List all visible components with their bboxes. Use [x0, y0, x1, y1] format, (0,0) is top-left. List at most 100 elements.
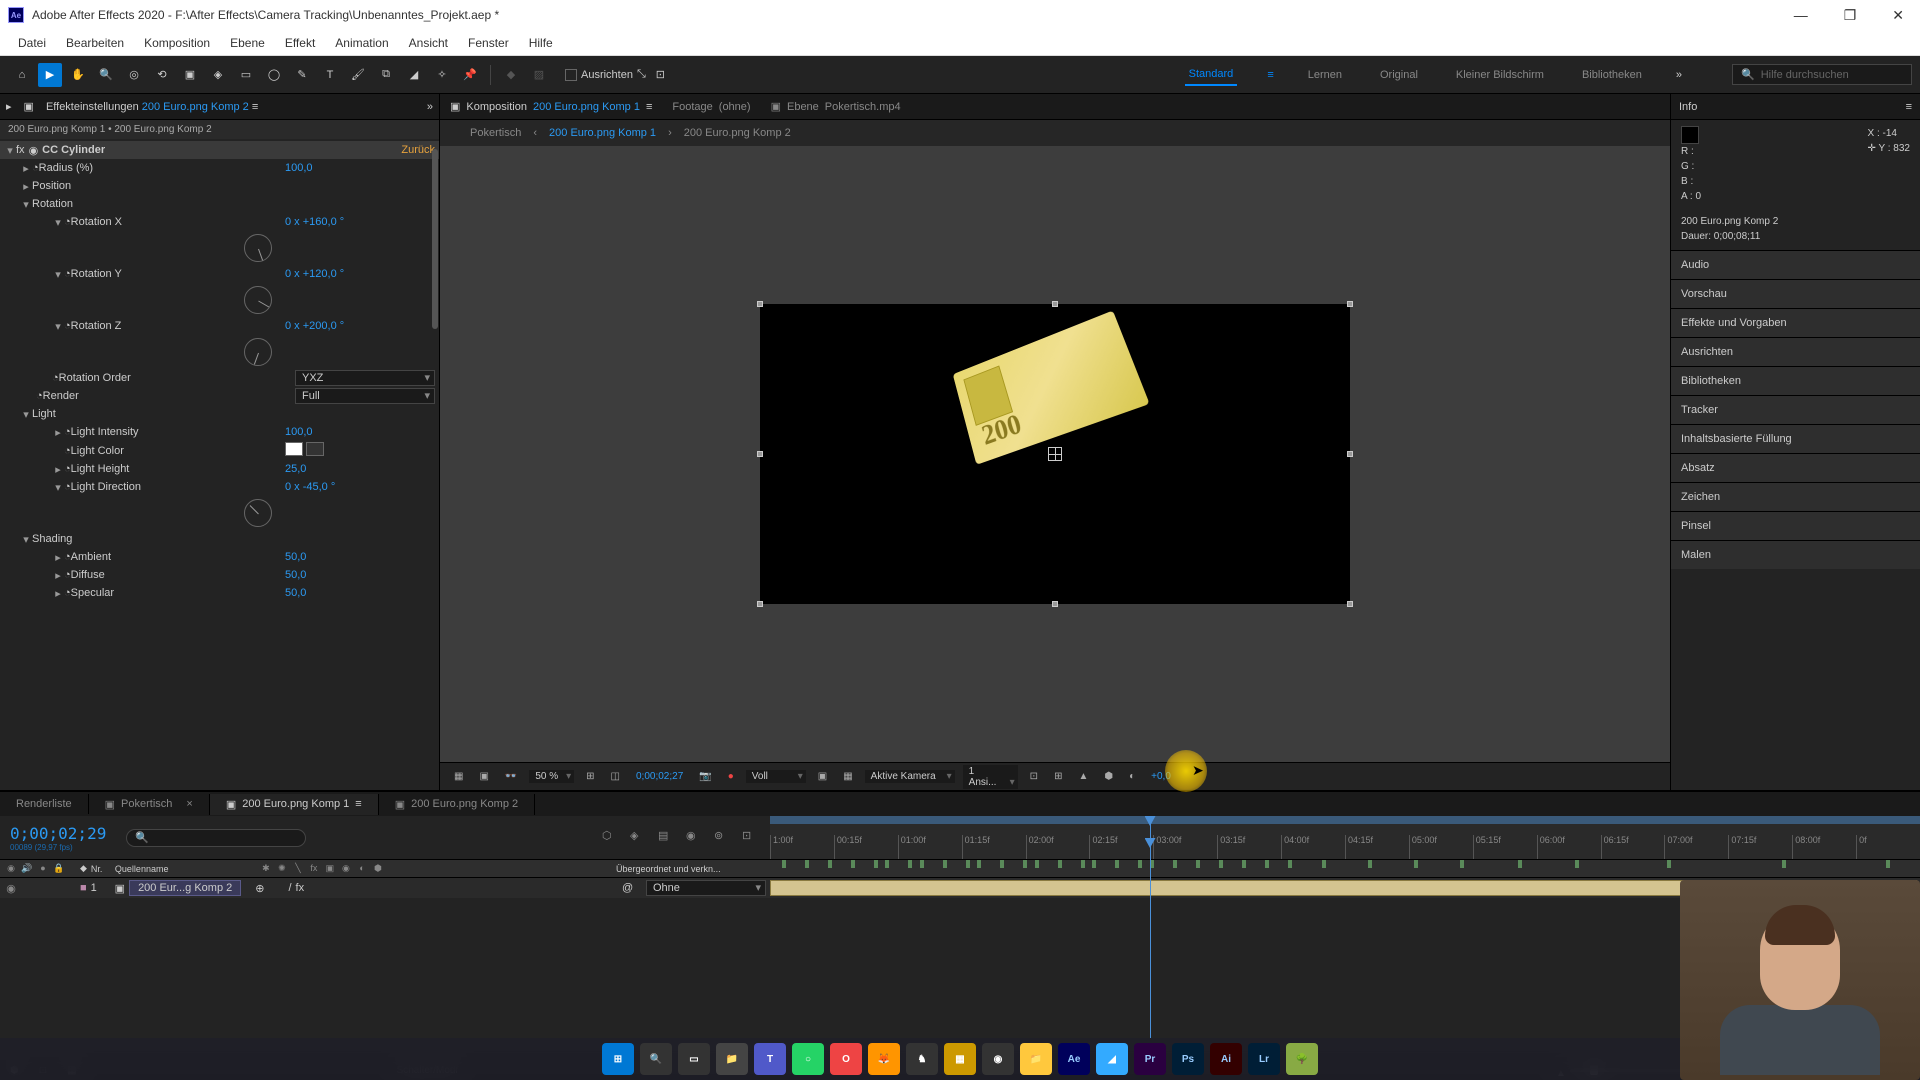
ruler-tick[interactable]: 03:15f — [1217, 835, 1281, 859]
resolution-dropdown[interactable]: Voll — [746, 770, 806, 783]
comp-tab-ebene[interactable]: ▣Ebene Pokertisch.mp4 — [771, 100, 901, 113]
fx-icon[interactable]: fx — [16, 144, 25, 156]
exposure-value[interactable]: +0,0 — [1147, 771, 1175, 782]
banknote-layer[interactable] — [943, 307, 1176, 502]
col-quellenname[interactable]: Quellenname — [115, 864, 245, 874]
keyframe-mark[interactable] — [851, 860, 855, 868]
rotate-tool[interactable]: ⟲ — [150, 63, 174, 87]
col-label-icon[interactable]: ◆ — [80, 863, 87, 874]
workspace-standard[interactable]: Standard — [1185, 64, 1238, 86]
minimize-button[interactable]: — — [1786, 5, 1816, 26]
breadcrumb-item[interactable]: Pokertisch — [470, 127, 521, 139]
col-switch-icon[interactable]: ◉ — [339, 863, 353, 874]
vf-icon[interactable]: ▦ — [839, 771, 856, 782]
col-switch-icon[interactable]: ▣ — [323, 863, 337, 874]
stopwatch-icon[interactable]: ◔ — [64, 481, 71, 493]
ruler-tick[interactable]: 00:15f — [834, 835, 898, 859]
menu-ansicht[interactable]: Ansicht — [399, 32, 458, 54]
work-area-bar[interactable] — [770, 816, 1920, 824]
close-button[interactable]: ✕ — [1884, 5, 1912, 26]
col-lock-icon[interactable]: 🔒 — [52, 863, 66, 874]
workspace-bibliotheken[interactable]: Bibliotheken — [1578, 65, 1646, 85]
info-panel-header[interactable]: Info≡ — [1671, 94, 1920, 120]
selection-handle[interactable] — [757, 451, 763, 457]
keyframe-mark[interactable] — [1138, 860, 1142, 868]
selection-handle[interactable] — [1347, 451, 1353, 457]
workspace-original[interactable]: Original — [1376, 65, 1422, 85]
selection-handle[interactable] — [757, 301, 763, 307]
keyframe-mark[interactable] — [1414, 860, 1418, 868]
keyframe-mark[interactable] — [1265, 860, 1269, 868]
keyframe-mark[interactable] — [1219, 860, 1223, 868]
layer-label-color[interactable]: ■ — [80, 882, 87, 894]
ruler-tick[interactable]: 08:00f — [1792, 835, 1856, 859]
parent-dropdown[interactable]: Ohne — [646, 880, 766, 896]
stopwatch-icon[interactable]: ◔ — [64, 445, 71, 457]
tl-tool-icon[interactable]: ⬡ — [602, 829, 620, 847]
col-switch-icon[interactable]: ✺ — [275, 863, 289, 874]
breadcrumb-item[interactable]: 200 Euro.png Komp 1 — [549, 127, 656, 139]
keyframe-mark[interactable] — [1886, 860, 1890, 868]
zoom-tool[interactable]: 🔍 — [94, 63, 118, 87]
panel-menu-icon[interactable]: ≡ — [1906, 101, 1912, 113]
breadcrumb-forward-icon[interactable]: › — [668, 127, 672, 139]
type-tool[interactable]: T — [318, 63, 342, 87]
help-search-input[interactable]: 🔍 Hilfe durchsuchen — [1732, 64, 1912, 85]
breadcrumb-item[interactable]: 200 Euro.png Komp 2 — [684, 127, 791, 139]
keyframe-mark[interactable] — [1173, 860, 1177, 868]
stopwatch-icon[interactable]: ◔ — [32, 162, 39, 174]
anchor-point-icon[interactable] — [1048, 447, 1062, 461]
keyframe-mark[interactable] — [1460, 860, 1464, 868]
keyframe-mark[interactable] — [1322, 860, 1326, 868]
channel-icon[interactable]: ● — [724, 771, 738, 782]
keyframe-mark[interactable] — [1196, 860, 1200, 868]
taskbar-app3[interactable]: ◢ — [1096, 1043, 1128, 1075]
snap-checkbox[interactable]: Ausrichten ⤡ ⊡ — [565, 68, 665, 81]
stopwatch-icon[interactable]: ◔ — [64, 268, 71, 280]
keyframe-mark[interactable] — [782, 860, 786, 868]
tool-extra-2[interactable]: ▨ — [527, 63, 551, 87]
keyframe-mark[interactable] — [1782, 860, 1786, 868]
ruler-tick[interactable]: 05:00f — [1409, 835, 1473, 859]
comp-tab-komposition[interactable]: ▣Komposition 200 Euro.png Komp 1 ≡ — [450, 100, 652, 113]
menu-fenster[interactable]: Fenster — [458, 32, 519, 54]
reset-link[interactable]: Zurück — [401, 144, 435, 156]
scrollbar-thumb[interactable] — [432, 149, 438, 329]
col-switch-icon[interactable]: ✱ — [259, 863, 273, 874]
stopwatch-icon[interactable]: ◔ — [36, 390, 43, 402]
taskbar-obs[interactable]: ◉ — [982, 1043, 1014, 1075]
layer-video-toggle[interactable]: ◉ — [4, 882, 18, 895]
snap-options-icon[interactable]: ⤡ — [637, 68, 646, 81]
taskbar-ai[interactable]: Ai — [1210, 1043, 1242, 1075]
keyframe-mark[interactable] — [874, 860, 878, 868]
taskbar-app4[interactable]: 🌳 — [1286, 1043, 1318, 1075]
orbit-tool[interactable]: ◎ — [122, 63, 146, 87]
pickwhip-icon[interactable]: @ — [622, 882, 642, 894]
menu-effekt[interactable]: Effekt — [275, 32, 325, 54]
menu-animation[interactable]: Animation — [325, 32, 398, 54]
pen-tool[interactable]: ✎ — [290, 63, 314, 87]
roty-value[interactable]: 0 x +120,0 ° — [285, 268, 435, 280]
acc-audio[interactable]: Audio — [1671, 251, 1920, 279]
taskbar-whatsapp[interactable]: ○ — [792, 1043, 824, 1075]
lightcolor-swatch[interactable] — [285, 442, 303, 456]
acc-effekte[interactable]: Effekte und Vorgaben — [1671, 309, 1920, 337]
home-icon[interactable]: ⌂ — [10, 63, 34, 87]
keyframe-mark[interactable] — [1023, 860, 1027, 868]
lightheight-value[interactable]: 25,0 — [285, 463, 435, 475]
workspace-overflow-icon[interactable]: » — [1676, 69, 1682, 81]
composition-viewer[interactable] — [440, 146, 1670, 762]
keyframe-mark[interactable] — [1667, 860, 1671, 868]
zoom-dropdown[interactable]: 50 % — [529, 770, 574, 783]
radius-value[interactable]: 100,0 — [285, 162, 435, 174]
menu-bearbeiten[interactable]: Bearbeiten — [56, 32, 134, 54]
ruler-tick[interactable]: 05:15f — [1473, 835, 1537, 859]
taskbar-explorer[interactable]: 📁 — [716, 1043, 748, 1075]
close-icon[interactable]: × — [186, 798, 192, 810]
stopwatch-icon[interactable]: ◔ — [52, 372, 59, 384]
panel-overflow-icon[interactable]: » — [427, 101, 433, 113]
col-nr[interactable]: Nr. — [91, 864, 111, 874]
camera-tool[interactable]: ▣ — [178, 63, 202, 87]
lightdir-value[interactable]: 0 x -45,0 ° — [285, 481, 435, 493]
taskbar-lr[interactable]: Lr — [1248, 1043, 1280, 1075]
